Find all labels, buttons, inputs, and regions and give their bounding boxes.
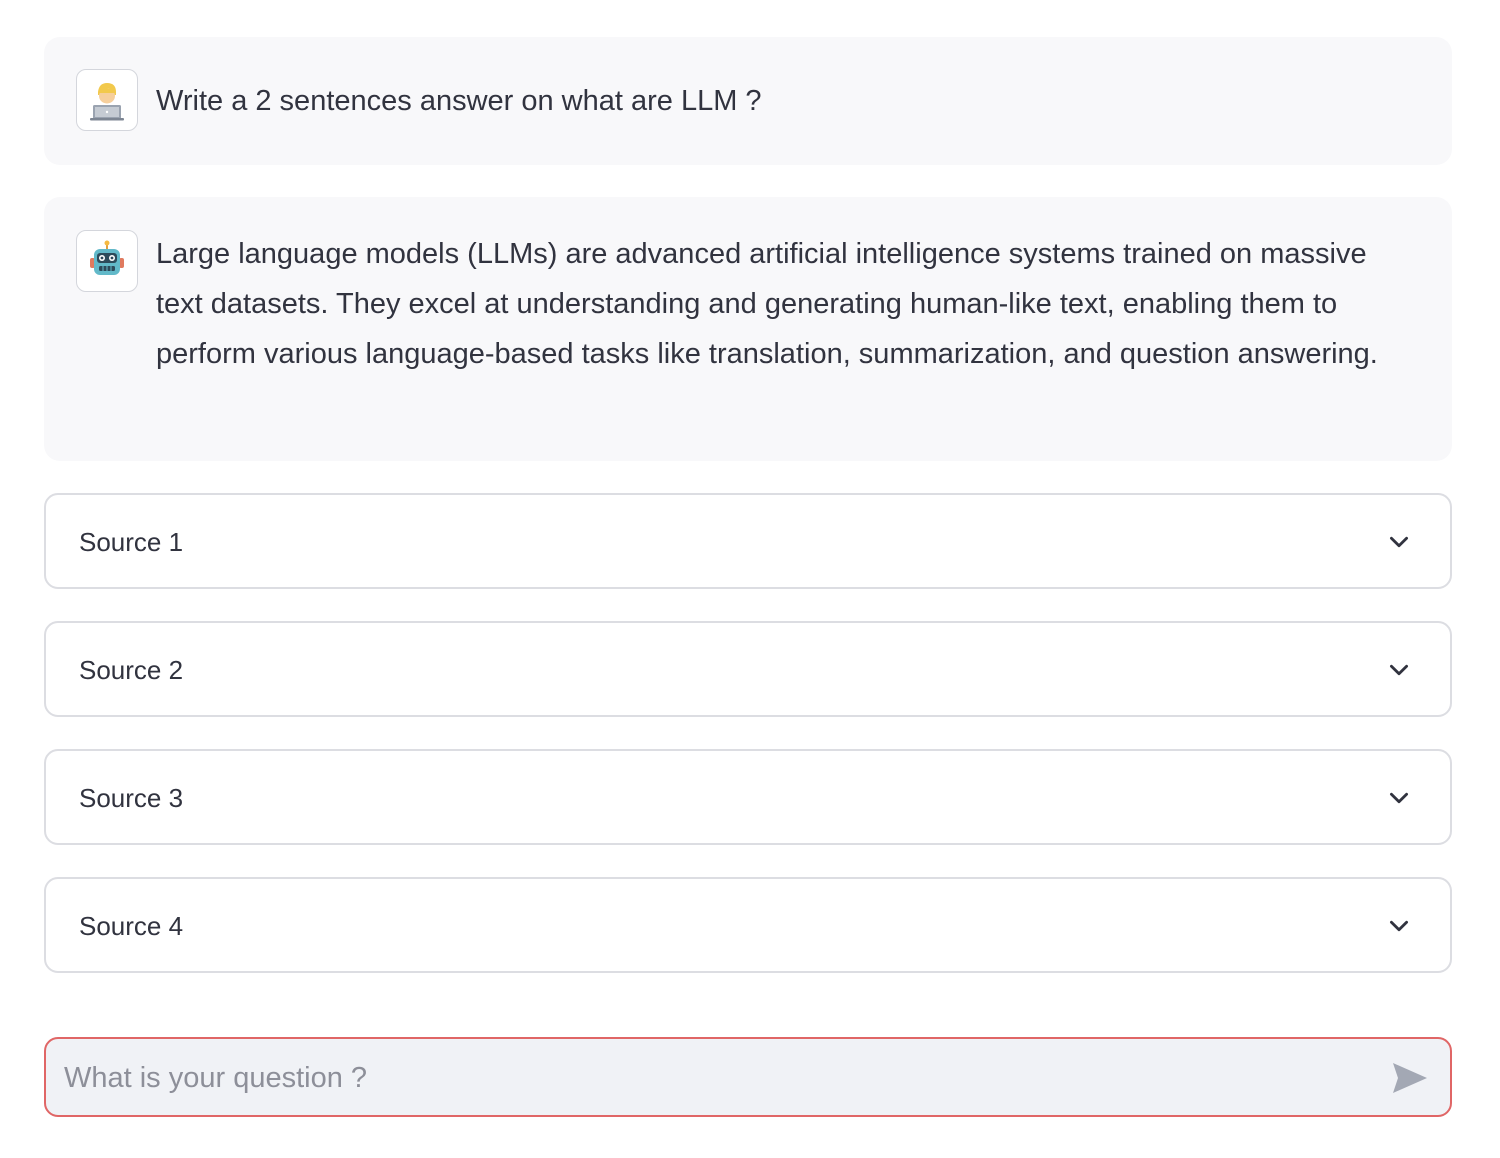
assistant-message: Large language models (LLMs) are advance…	[44, 197, 1452, 461]
user-message-text: Write a 2 sentences answer on what are L…	[156, 85, 762, 117]
user-message: Write a 2 sentences answer on what are L…	[44, 37, 1452, 165]
source-expander-2[interactable]: Source 2	[44, 621, 1452, 717]
assistant-message-text: Large language models (LLMs) are advance…	[156, 238, 1378, 370]
user-avatar	[76, 69, 138, 131]
robot-emoji-icon	[90, 240, 124, 275]
source-expander-1[interactable]: Source 1	[44, 493, 1452, 589]
source-expander-label: Source 4	[79, 911, 184, 941]
chevron-down-icon	[1390, 792, 1408, 804]
chevron-down-icon	[1390, 536, 1408, 548]
send-button[interactable]	[1390, 1059, 1430, 1097]
source-expander-3[interactable]: Source 3	[44, 749, 1452, 845]
chat-page: Write a 2 sentences answer on what are L…	[0, 0, 1500, 1158]
assistant-avatar	[76, 230, 138, 292]
source-expander-label: Source 2	[79, 655, 184, 685]
chat-input-container	[44, 1037, 1452, 1117]
chevron-down-icon	[1390, 664, 1408, 676]
source-expander-label: Source 1	[79, 527, 184, 557]
technologist-emoji-icon	[90, 83, 124, 121]
chat-input[interactable]	[62, 1053, 1366, 1103]
send-icon	[1393, 1063, 1427, 1093]
source-expander-4[interactable]: Source 4	[44, 877, 1452, 973]
source-expander-label: Source 3	[79, 783, 184, 813]
chevron-down-icon	[1390, 920, 1408, 932]
